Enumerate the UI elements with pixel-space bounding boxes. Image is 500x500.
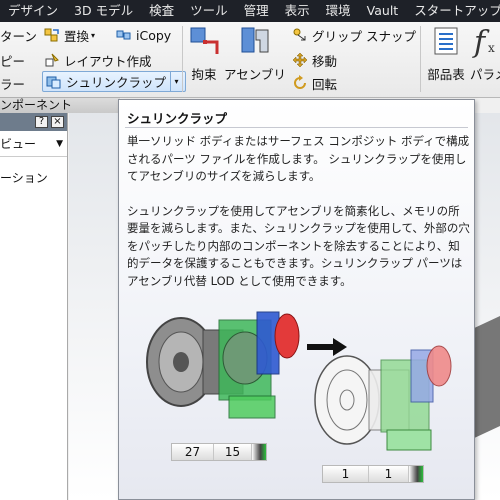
move-icon — [292, 52, 308, 68]
status-swatch — [252, 444, 266, 460]
rotate-label: 回転 — [312, 76, 338, 92]
after-occurrence-counter: 1 1 — [322, 465, 424, 483]
component-panel-label-text: ンポーネント — [0, 98, 73, 112]
menu-vault[interactable]: Vault — [359, 0, 407, 22]
icopy-label: iCopy — [136, 27, 172, 43]
tree-item[interactable]: ーション — [0, 169, 67, 186]
icopy-icon — [116, 30, 131, 40]
browser-view-selector[interactable]: ビュー ▼ — [0, 131, 67, 157]
ribbon-separator — [420, 26, 421, 92]
grip-snap-button[interactable]: グリップ スナップ — [292, 24, 416, 46]
assemble-button[interactable]: アセンブリ — [224, 24, 286, 83]
constrain-button[interactable]: 拘束 — [186, 24, 222, 83]
shrinkwrap-icon — [46, 76, 61, 88]
component-panel-label: ンポーネント — [0, 97, 120, 113]
layout-icon — [45, 53, 59, 67]
bom-icon — [434, 27, 458, 55]
before-count-2: 15 — [214, 444, 252, 460]
before-count-1: 27 — [172, 444, 214, 460]
shrinkwrap-button[interactable]: シュリンクラップ ▾ — [42, 71, 187, 92]
grip-snap-icon — [293, 28, 306, 41]
after-count-2: 1 — [369, 466, 409, 482]
menu-environments[interactable]: 環境 — [318, 0, 359, 22]
menu-view[interactable]: 表示 — [277, 0, 318, 22]
copy-label: ピー — [0, 53, 26, 69]
close-button[interactable]: × — [51, 116, 64, 128]
original-assembly-image — [146, 311, 300, 419]
ribbon-separator — [182, 26, 183, 92]
pattern-label: ターン — [0, 28, 37, 44]
move-label: 移動 — [312, 53, 338, 69]
tooltip-paragraph-1: 単一ソリッド ボディまたはサーフェス コンポジット ボディで構成されるパーツ フ… — [127, 134, 470, 183]
help-button[interactable]: ? — [35, 116, 48, 128]
bom-label: 部品表 — [427, 67, 465, 82]
replace-label: 置換 — [64, 28, 90, 44]
replace-button[interactable]: 置換 ▾ — [44, 24, 95, 46]
tooltip-paragraph-2: シュリンクラップを使用してアセンブリを簡素化し、メモリの所要量を減らします。また… — [127, 203, 470, 288]
before-occurrence-counter: 27 15 — [171, 443, 267, 461]
constrain-icon — [190, 27, 219, 54]
mirror-button[interactable]: ラー — [0, 72, 25, 94]
tooltip: シュリンクラップ 単一ソリッド ボディまたはサーフェス コンポジット ボディで構… — [118, 99, 475, 500]
shrinkwrap-result-image — [314, 345, 452, 451]
layout-label: レイアウト作成 — [64, 53, 152, 69]
ribbon: ターン ピー ラー 置換 ▾ iCopy レイアウト作成 シュリンクラップ ▾ … — [0, 22, 500, 98]
status-swatch — [409, 466, 423, 482]
assemble-icon — [241, 27, 269, 53]
constrain-label: 拘束 — [191, 67, 217, 82]
menu-design[interactable]: デザイン — [0, 0, 66, 22]
menu-3d-model[interactable]: 3D モデル — [66, 0, 141, 22]
parameters-button[interactable]: f x パラメ — [470, 24, 500, 83]
chevron-down-icon: ▼ — [56, 138, 63, 149]
rotate-icon — [294, 75, 306, 89]
mirror-label: ラー — [0, 76, 26, 92]
svg-text:x: x — [488, 41, 495, 55]
arrow-right-icon — [307, 338, 347, 356]
replace-dropdown-icon[interactable]: ▾ — [91, 31, 95, 40]
pattern-button[interactable]: ターン — [0, 24, 37, 46]
shrinkwrap-label: シュリンクラップ — [66, 75, 167, 90]
browser-view-label: ビュー — [0, 137, 37, 151]
assemble-label: アセンブリ — [224, 67, 286, 82]
menu-inspect[interactable]: 検査 — [141, 0, 182, 22]
tooltip-title: シュリンクラップ — [127, 111, 228, 126]
tooltip-divider — [125, 127, 468, 128]
menu-tools[interactable]: ツール — [182, 0, 236, 22]
rotate-button[interactable]: 回転 — [292, 72, 337, 94]
parameters-label: パラメ — [470, 67, 500, 82]
copy-button[interactable]: ピー — [0, 49, 25, 71]
replace-icon — [44, 28, 59, 42]
function-icon: f x — [472, 25, 495, 58]
menu-getstarted[interactable]: スタートアップ — [406, 0, 500, 22]
menu-manage[interactable]: 管理 — [236, 0, 277, 22]
menu-bar: デザイン 3D モデル 検査 ツール 管理 表示 環境 Vault スタートアッ… — [0, 0, 500, 22]
after-count-1: 1 — [323, 466, 369, 482]
model-browser: ? × ビュー ▼ ーション — [0, 113, 68, 500]
browser-header: ? × — [0, 113, 67, 131]
shrinkwrap-dropdown-icon[interactable]: ▾ — [170, 72, 182, 91]
browser-tree: ーション — [0, 157, 67, 186]
bom-button[interactable]: 部品表 — [424, 24, 468, 83]
tooltip-body: 単一ソリッド ボディまたはサーフェス コンポジット ボディで構成されるパーツ フ… — [127, 133, 471, 307]
icopy-button[interactable]: iCopy — [116, 24, 171, 46]
layout-button[interactable]: レイアウト作成 — [44, 49, 152, 71]
move-button[interactable]: 移動 — [292, 49, 337, 71]
grip-snap-label: グリップ スナップ — [312, 28, 416, 44]
